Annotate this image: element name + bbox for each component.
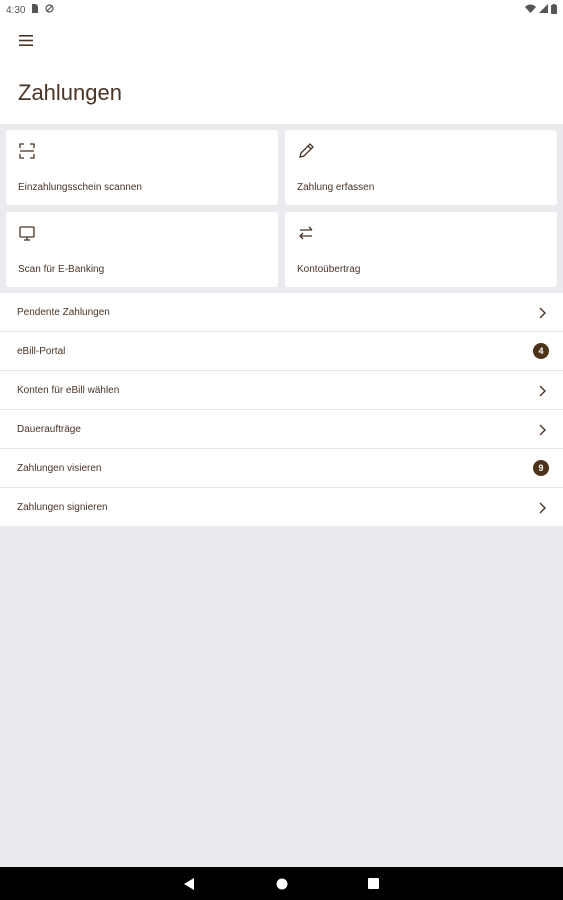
- chevron-right-icon: [537, 306, 547, 319]
- monitor-icon: [18, 224, 36, 242]
- count-badge: 4: [533, 343, 549, 359]
- tile-label: Zahlung erfassen: [297, 182, 375, 193]
- home-icon[interactable]: [275, 877, 289, 891]
- scan-icon: [18, 142, 36, 160]
- sd-card-icon: [31, 4, 39, 16]
- system-nav-bar: [0, 867, 563, 900]
- chevron-right-icon: [537, 501, 547, 514]
- list-item-standing-orders[interactable]: Daueraufträge: [0, 410, 563, 449]
- tile-create-payment[interactable]: Zahlung erfassen: [285, 130, 557, 205]
- back-icon[interactable]: [183, 877, 197, 891]
- list-item-ebill-portal[interactable]: eBill-Portal 4: [0, 332, 563, 371]
- status-bar: 4:30: [0, 0, 563, 20]
- payments-list: Pendente Zahlungen eBill-Portal 4 Konten…: [0, 293, 563, 526]
- pencil-icon: [297, 142, 315, 160]
- tile-label: Einzahlungsschein scannen: [18, 182, 142, 193]
- list-item-approve-payments[interactable]: Zahlungen visieren 9: [0, 449, 563, 488]
- no-sync-icon: [45, 4, 55, 16]
- tile-label: Scan für E-Banking: [18, 264, 105, 275]
- transfer-arrows-icon: [297, 224, 315, 242]
- count-badge: 9: [533, 460, 549, 476]
- tile-scan-ebanking[interactable]: Scan für E-Banking: [6, 212, 278, 287]
- list-item-sign-payments[interactable]: Zahlungen signieren: [0, 488, 563, 526]
- list-item-pending-payments[interactable]: Pendente Zahlungen: [0, 293, 563, 332]
- list-item-label: eBill-Portal: [17, 345, 66, 357]
- list-item-ebill-accounts[interactable]: Konten für eBill wählen: [0, 371, 563, 410]
- tile-label: Kontoübertrag: [297, 264, 361, 275]
- chevron-right-icon: [537, 384, 547, 397]
- header: Zahlungen: [0, 20, 563, 124]
- signal-icon: [539, 4, 548, 16]
- wifi-icon: [525, 4, 536, 16]
- status-time: 4:30: [6, 4, 26, 16]
- list-item-label: Daueraufträge: [17, 423, 81, 435]
- page-title: Zahlungen: [18, 80, 122, 105]
- list-item-label: Zahlungen signieren: [17, 501, 108, 513]
- recents-icon[interactable]: [367, 877, 381, 891]
- hamburger-menu-icon[interactable]: [12, 30, 40, 50]
- tile-scan-payment-slip[interactable]: Einzahlungsschein scannen: [6, 130, 278, 205]
- battery-icon: [551, 3, 557, 17]
- list-item-label: Zahlungen visieren: [17, 462, 102, 474]
- chevron-right-icon: [537, 423, 547, 436]
- tile-account-transfer[interactable]: Kontoübertrag: [285, 212, 557, 287]
- list-item-label: Konten für eBill wählen: [17, 384, 120, 396]
- list-item-label: Pendente Zahlungen: [17, 306, 110, 318]
